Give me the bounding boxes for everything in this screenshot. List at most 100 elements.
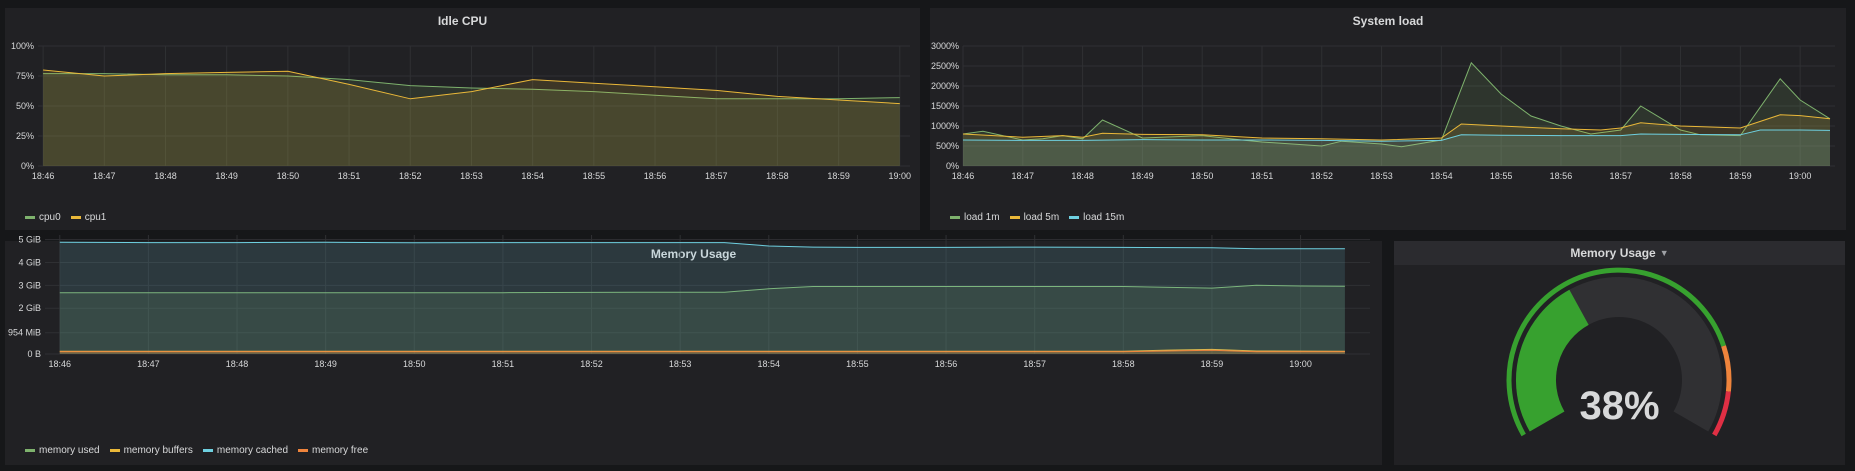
legend-label: memory buffers <box>123 445 193 456</box>
x-tick-label: 18:56 <box>1550 171 1573 181</box>
series-area <box>59 242 1345 354</box>
y-tick-label: 1000% <box>931 121 959 131</box>
x-tick-label: 18:46 <box>952 171 975 181</box>
x-tick-label: 18:58 <box>1669 171 1692 181</box>
x-tick-label: 18:50 <box>1191 171 1214 181</box>
y-tick-label: 75% <box>16 71 34 81</box>
legend-item[interactable]: load 15m <box>1069 212 1124 223</box>
legend-label: memory free <box>312 445 369 456</box>
x-tick-label: 18:54 <box>1430 171 1453 181</box>
x-tick-label: 19:00 <box>1789 171 1812 181</box>
x-tick-label: 18:53 <box>669 359 692 369</box>
x-tick-label: 19:00 <box>1289 359 1312 369</box>
legend-item[interactable]: memory cached <box>202 445 289 456</box>
legend-label: load 1m <box>964 212 1000 223</box>
legend-item[interactable]: load 5m <box>1009 212 1060 223</box>
y-tick-label: 0% <box>21 161 34 171</box>
x-tick-label: 18:48 <box>154 171 177 181</box>
legend-swatch <box>1009 216 1020 219</box>
x-tick-label: 18:48 <box>1071 171 1094 181</box>
y-tick-label: 2500% <box>931 61 959 71</box>
y-tick-label: 2000% <box>931 81 959 91</box>
x-tick-label: 18:50 <box>403 359 426 369</box>
system-load-chart[interactable]: 0% 500% 1000% 1500% 2000% 2500% 3000% 18:46 18:4… <box>930 8 1846 230</box>
x-tick-label: 18:51 <box>1251 171 1274 181</box>
y-tick-label: 1500% <box>931 101 959 111</box>
plot-area: 0 B 954 MiB 2 GiB 3 GiB 4 GiB 5 GiB 18:46 18:47… <box>8 235 1370 369</box>
x-tick-label: 18:47 <box>93 171 116 181</box>
chart-legend: cpu0 cpu1 <box>25 212 106 223</box>
memory-gauge <box>1506 267 1732 437</box>
legend-swatch <box>298 449 309 452</box>
legend-swatch <box>25 216 35 219</box>
legend-item[interactable]: memory used <box>25 445 100 456</box>
legend-swatch <box>25 449 35 452</box>
y-tick-label: 50% <box>16 101 34 111</box>
idle-cpu-chart[interactable]: 0% 25% 50% 75% 100% 18:46 18:47 18:48 18:49 18:50… <box>5 8 920 230</box>
chart-legend: memory used memory buffers memory cached me… <box>25 445 368 456</box>
x-tick-label: 18:49 <box>215 171 238 181</box>
legend-label: cpu1 <box>84 212 107 223</box>
legend-swatch <box>1069 216 1080 219</box>
x-tick-label: 18:53 <box>1370 171 1393 181</box>
y-tick-label: 3 GiB <box>18 280 41 290</box>
x-tick-label: 18:56 <box>935 359 958 369</box>
x-tick-label: 18:55 <box>1490 171 1513 181</box>
x-tick-label: 18:52 <box>399 171 422 181</box>
y-tick-label: 954 MiB <box>8 328 41 338</box>
legend-swatch <box>109 449 120 452</box>
x-tick-label: 18:56 <box>644 171 667 181</box>
y-tick-label: 500% <box>936 141 959 151</box>
legend-label: load 15m <box>1083 212 1125 223</box>
legend-label: load 5m <box>1023 212 1060 223</box>
x-tick-label: 18:49 <box>1131 171 1154 181</box>
x-tick-label: 18:55 <box>846 359 869 369</box>
gauge-value: 38% <box>1579 384 1660 428</box>
y-tick-label: 4 GiB <box>18 257 41 267</box>
legend-item[interactable]: cpu1 <box>70 212 107 223</box>
y-tick-label: 2 GiB <box>18 303 41 313</box>
x-tick-label: 18:58 <box>1112 359 1135 369</box>
x-tick-label: 18:59 <box>827 171 850 181</box>
y-tick-label: 0% <box>946 161 959 171</box>
legend-item[interactable]: memory buffers <box>109 445 193 456</box>
x-tick-label: 18:54 <box>521 171 544 181</box>
x-tick-label: 18:49 <box>314 359 337 369</box>
y-tick-label: 25% <box>16 131 34 141</box>
legend-swatch <box>70 216 81 219</box>
y-tick-label: 5 GiB <box>18 235 41 245</box>
x-tick-label: 18:52 <box>1311 171 1334 181</box>
x-tick-label: 18:51 <box>492 359 515 369</box>
x-tick-label: 18:52 <box>580 359 603 369</box>
legend-swatch <box>950 216 960 219</box>
x-tick-label: 18:59 <box>1729 171 1752 181</box>
legend-label: memory cached <box>216 445 289 456</box>
x-tick-label: 18:55 <box>583 171 606 181</box>
system-load-panel: System load 0% 500% 1000% 1500% 2000% 2500% 30… <box>930 8 1846 230</box>
x-tick-label: 18:46 <box>49 359 72 369</box>
y-tick-label: 3000% <box>931 41 959 51</box>
x-tick-label: 18:48 <box>226 359 249 369</box>
y-tick-label: 0 B <box>27 349 41 359</box>
memory-gauge-panel: Memory Usage ▼ 38% <box>1394 241 1845 465</box>
x-tick-label: 18:47 <box>137 359 160 369</box>
legend-label: memory used <box>39 445 100 456</box>
legend-label: cpu0 <box>39 212 61 223</box>
y-tick-label: 100% <box>11 41 34 51</box>
x-tick-label: 18:47 <box>1012 171 1035 181</box>
memory-usage-chart[interactable]: 0 B 954 MiB 2 GiB 3 GiB 4 GiB 5 GiB 18:46 18:47… <box>5 235 1382 465</box>
x-tick-label: 18:46 <box>32 171 55 181</box>
x-tick-label: 18:51 <box>338 171 361 181</box>
legend-item[interactable]: cpu0 <box>25 212 61 223</box>
x-tick-label: 18:57 <box>1609 171 1632 181</box>
x-tick-label: 18:59 <box>1201 359 1224 369</box>
x-tick-label: 18:50 <box>277 171 300 181</box>
legend-item[interactable]: memory free <box>298 445 368 456</box>
x-tick-label: 19:00 <box>889 171 912 181</box>
legend-item[interactable]: load 1m <box>950 212 1000 223</box>
idle-cpu-panel: Idle CPU 0% 25% 50% 75% 100% 18:46 18:47 18:48 1… <box>5 8 920 230</box>
x-tick-label: 18:57 <box>705 171 728 181</box>
chart-legend: load 1m load 5m load 15m <box>950 212 1124 223</box>
x-tick-label: 18:58 <box>766 171 789 181</box>
memory-usage-panel: Memory Usage 0 B 954 MiB 2 GiB 3 GiB 4 GiB 5 … <box>5 235 1382 465</box>
